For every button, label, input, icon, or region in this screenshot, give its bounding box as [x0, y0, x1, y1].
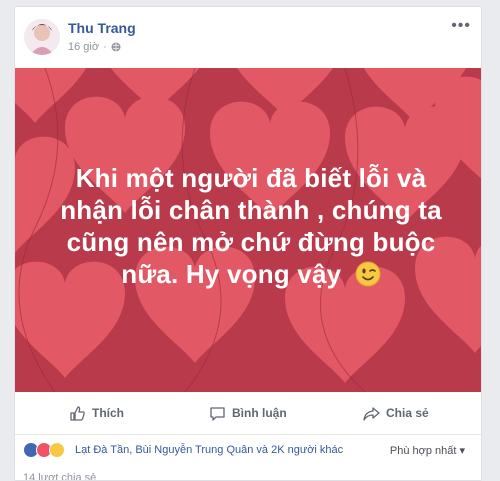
- share-arrow-icon: [363, 406, 380, 421]
- caret-down-icon: ▾: [459, 445, 465, 457]
- share-count[interactable]: 14 lượt chia sẻ: [23, 472, 96, 480]
- share-button[interactable]: Chia sẻ: [363, 392, 429, 434]
- message-line-1: Khi một người đã biết lỗi và: [75, 163, 427, 193]
- thumbs-up-icon: [70, 405, 85, 421]
- post-meta: 16 giờ ·: [68, 41, 121, 53]
- post-card: Thu Trang 16 giờ · ••• Khi một người đã …: [14, 6, 482, 481]
- author-name[interactable]: Thu Trang: [68, 20, 136, 36]
- comment-icon: [210, 406, 225, 421]
- message-line-4: nữa. Hy vọng vậy: [121, 259, 342, 289]
- comment-label: Bình luận: [232, 406, 287, 420]
- post-message: Khi một người đã biết lỗi và nhận lỗi ch…: [41, 162, 461, 290]
- sort-label: Phù hợp nhất: [389, 445, 457, 457]
- message-line-3: cũng nên mở chứ đừng buộc: [66, 227, 436, 257]
- post-time[interactable]: 16 giờ: [68, 41, 99, 53]
- globe-icon: [111, 42, 121, 52]
- like-button[interactable]: Thích: [69, 392, 124, 434]
- like-label: Thích: [92, 406, 124, 420]
- reaction-icons[interactable]: [23, 442, 65, 458]
- comment-button[interactable]: Bình luận: [209, 392, 287, 434]
- wink-emoji-icon: [355, 261, 381, 287]
- post-header: Thu Trang 16 giờ · •••: [15, 7, 481, 67]
- more-dots-icon[interactable]: •••: [451, 18, 471, 34]
- post-actions: Thích Bình luận Chia sẻ: [15, 392, 481, 435]
- message-line-2: nhận lỗi chân thành , chúng ta: [60, 195, 442, 225]
- comment-sort-dropdown[interactable]: Phù hợp nhất ▾: [390, 444, 465, 457]
- post-background-banner: Khi một người đã biết lỗi và nhận lỗi ch…: [15, 68, 481, 392]
- avatar[interactable]: [24, 19, 60, 55]
- reactions-bar: Lạt Đà Tần, Bùi Nguyễn Trung Quân và 2K …: [15, 435, 481, 463]
- share-label: Chia sẻ: [386, 406, 429, 420]
- reaction-summary[interactable]: Lạt Đà Tần, Bùi Nguyễn Trung Quân và 2K …: [75, 444, 343, 456]
- wow-reaction-icon: [49, 442, 65, 458]
- dot-separator: ·: [103, 41, 107, 53]
